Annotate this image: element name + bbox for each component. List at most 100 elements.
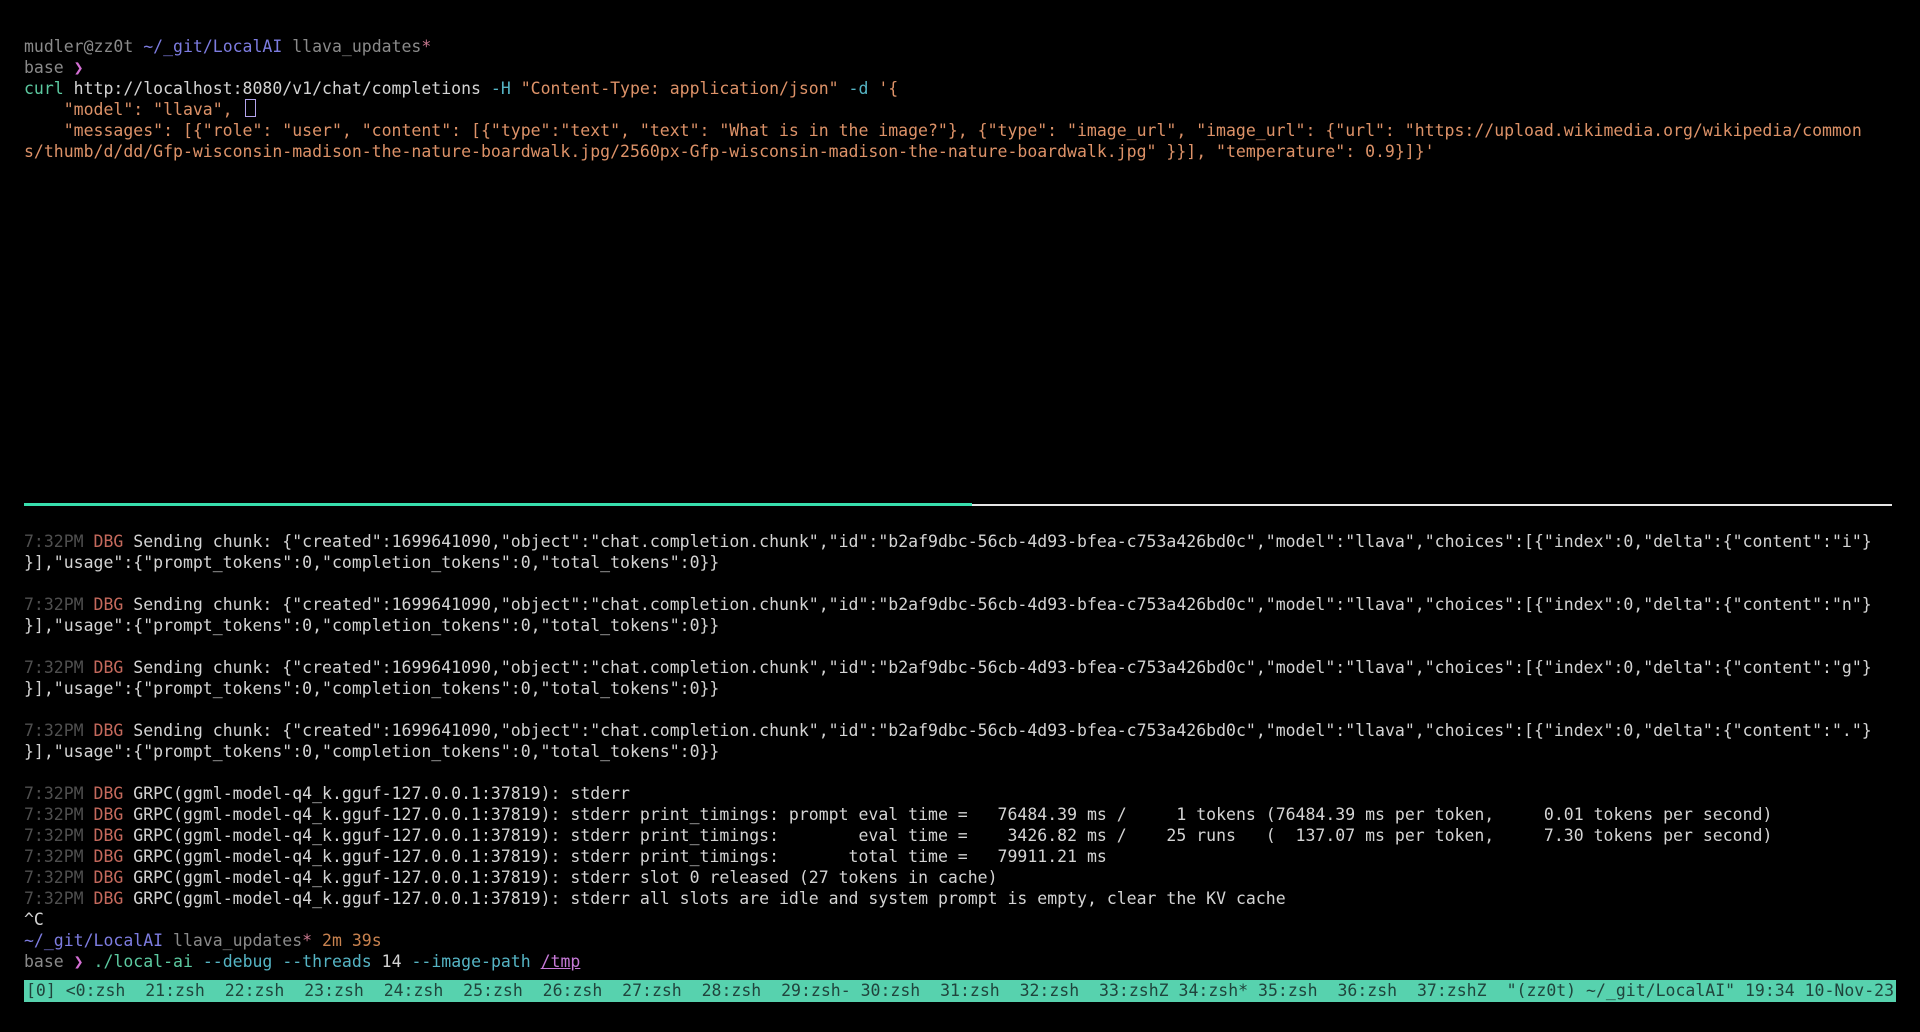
text-segment: llava_updates (282, 37, 421, 56)
text-segment: mudler@zz0t (24, 37, 143, 56)
log-chunk-wrap-line: }],"usage":{"prompt_tokens":0,"completio… (24, 678, 1896, 699)
text-segment: ~/_git/LocalAI (24, 931, 163, 950)
tmux-window-0[interactable]: <0:zsh (66, 980, 145, 1002)
blank-line (24, 636, 1896, 657)
pane-divider[interactable] (24, 494, 1896, 515)
log-chunk-line: 7:32PM DBG Sending chunk: {"created":169… (24, 720, 1896, 741)
curl-command-line: curl http://localhost:8080/v1/chat/compl… (24, 78, 1896, 99)
tmux-session-badge: [0] (26, 980, 66, 1002)
tmux-window-27[interactable]: 27:zsh (622, 980, 701, 1002)
tmux-window-list: <0:zsh 21:zsh 22:zsh 23:zsh 24:zsh 25:zs… (66, 980, 1487, 1002)
text-segment: "messages": [{"role": "user", "content":… (24, 121, 1862, 140)
text-segment: --debug (203, 952, 282, 971)
curl-body-messages-wrap-line: s/thumb/d/dd/Gfp-wisconsin-madison-the-n… (24, 141, 1896, 162)
blank-line (24, 762, 1896, 783)
text-segment: Sending chunk: {"created":1699641090,"ob… (133, 721, 1871, 740)
tmux-window-22[interactable]: 22:zsh (225, 980, 304, 1002)
text-segment: GRPC(ggml-model-q4_k.gguf-127.0.0.1:3781… (133, 889, 1285, 908)
text-segment: GRPC(ggml-model-q4_k.gguf-127.0.0.1:3781… (133, 847, 1107, 866)
log-chunk-wrap-line: }],"usage":{"prompt_tokens":0,"completio… (24, 552, 1896, 573)
tmux-window-24[interactable]: 24:zsh (384, 980, 463, 1002)
log-grpc-line: 7:32PM DBG GRPC(ggml-model-q4_k.gguf-127… (24, 888, 1896, 909)
text-segment: * (421, 37, 431, 56)
log-chunk-line: 7:32PM DBG Sending chunk: {"created":169… (24, 657, 1896, 678)
text-segment: ~/_git/LocalAI (143, 37, 282, 56)
text-segment: "Content-Type: application/json" (521, 79, 849, 98)
text-segment: Sending chunk: {"created":1699641090,"ob… (133, 595, 1871, 614)
tmux-status-left: [0] <0:zsh 21:zsh 22:zsh 23:zsh 24:zsh 2… (26, 980, 1487, 1002)
text-segment: 7:32PM (24, 889, 94, 908)
text-segment: "model": "llava", (24, 100, 243, 119)
shell-prompt-line: mudler@zz0t ~/_git/LocalAI llava_updates… (24, 36, 1896, 57)
text-segment: llava_updates (163, 931, 302, 950)
tmux-window-26[interactable]: 26:zsh (543, 980, 622, 1002)
terminal-screen[interactable]: mudler@zz0t ~/_git/LocalAI llava_updates… (0, 0, 1920, 1032)
tmux-window-28[interactable]: 28:zsh (702, 980, 781, 1002)
text-segment: base (24, 58, 74, 77)
local-ai-command-line: base ❯ ./local-ai --debug --threads 14 -… (24, 951, 1896, 972)
blank-line (24, 573, 1896, 594)
pane-divider-inactive-segment (972, 504, 1892, 506)
log-chunk-line: 7:32PM DBG Sending chunk: {"created":169… (24, 594, 1896, 615)
log-grpc-line: 7:32PM DBG GRPC(ggml-model-q4_k.gguf-127… (24, 867, 1896, 888)
log-chunk-wrap-line: }],"usage":{"prompt_tokens":0,"completio… (24, 741, 1896, 762)
text-segment: DBG (94, 847, 134, 866)
log-grpc-line: 7:32PM DBG GRPC(ggml-model-q4_k.gguf-127… (24, 804, 1896, 825)
text-cursor (245, 99, 256, 117)
text-segment: ❯ (74, 952, 94, 971)
tmux-window-31[interactable]: 31:zsh (940, 980, 1019, 1002)
text-segment: --image-path (411, 952, 540, 971)
text-segment: '{ (878, 79, 898, 98)
top-pane[interactable]: mudler@zz0t ~/_git/LocalAI llava_updates… (24, 36, 1896, 162)
tmux-session: mudler@zz0t ~/_git/LocalAI llava_updates… (0, 0, 1920, 1032)
top-pane-empty-area (24, 162, 1896, 494)
text-segment: * (302, 931, 312, 950)
text-segment: 2m 39s (312, 931, 382, 950)
log-grpc-line: 7:32PM DBG GRPC(ggml-model-q4_k.gguf-127… (24, 846, 1896, 867)
shell-prompt-line: base ❯ (24, 57, 1896, 78)
text-segment: curl (24, 79, 74, 98)
text-segment: }],"usage":{"prompt_tokens":0,"completio… (24, 553, 719, 572)
text-segment: GRPC(ggml-model-q4_k.gguf-127.0.0.1:3781… (133, 868, 997, 887)
text-segment: 7:32PM (24, 658, 94, 677)
curl-body-messages-line: "messages": [{"role": "user", "content":… (24, 120, 1896, 141)
tmux-window-32[interactable]: 32:zsh (1020, 980, 1099, 1002)
text-segment: 14 (382, 952, 412, 971)
bottom-pane[interactable]: 7:32PM DBG Sending chunk: {"created":169… (24, 531, 1896, 972)
text-segment: 7:32PM (24, 721, 94, 740)
tmux-window-30[interactable]: 30:zsh (861, 980, 940, 1002)
pane-divider-active-segment (24, 503, 972, 506)
text-segment: GRPC(ggml-model-q4_k.gguf-127.0.0.1:3781… (133, 826, 1772, 845)
tmux-window-34[interactable]: 34:zsh* (1179, 980, 1258, 1002)
text-segment: GRPC(ggml-model-q4_k.gguf-127.0.0.1:3781… (133, 784, 640, 803)
text-segment: ❯ (74, 58, 84, 77)
tmux-window-29[interactable]: 29:zsh- (781, 980, 860, 1002)
tmux-window-23[interactable]: 23:zsh (304, 980, 383, 1002)
tmux-window-21[interactable]: 21:zsh (145, 980, 224, 1002)
curl-body-model-line: "model": "llava", (24, 99, 1896, 120)
text-segment: -d (849, 79, 879, 98)
text-segment: GRPC(ggml-model-q4_k.gguf-127.0.0.1:3781… (133, 805, 1772, 824)
text-segment: /tmp (541, 952, 581, 971)
text-segment: Sending chunk: {"created":1699641090,"ob… (133, 532, 1871, 551)
text-segment: DBG (94, 784, 134, 803)
tmux-window-33[interactable]: 33:zshZ (1099, 980, 1178, 1002)
log-grpc-line: 7:32PM DBG GRPC(ggml-model-q4_k.gguf-127… (24, 783, 1896, 804)
text-segment: DBG (94, 595, 134, 614)
tmux-status-right: "(zz0t) ~/_git/LocalAI" 19:34 10-Nov-23 (1507, 980, 1894, 1002)
text-segment: }],"usage":{"prompt_tokens":0,"completio… (24, 679, 719, 698)
tmux-window-36[interactable]: 36:zsh (1338, 980, 1417, 1002)
text-segment: 7:32PM (24, 826, 94, 845)
bottom-pane-gap (24, 515, 1896, 531)
tmux-status-bar: [0] <0:zsh 21:zsh 22:zsh 23:zsh 24:zsh 2… (24, 980, 1896, 1002)
text-segment: DBG (94, 826, 134, 845)
tmux-window-37[interactable]: 37:zshZ (1417, 980, 1487, 1002)
text-segment: 7:32PM (24, 532, 94, 551)
text-segment: -H (491, 79, 521, 98)
tmux-window-25[interactable]: 25:zsh (463, 980, 542, 1002)
text-segment: --threads (282, 952, 381, 971)
text-segment: 7:32PM (24, 784, 94, 803)
tmux-window-35[interactable]: 35:zsh (1258, 980, 1337, 1002)
log-chunk-line: 7:32PM DBG Sending chunk: {"created":169… (24, 531, 1896, 552)
text-segment: DBG (94, 805, 134, 824)
